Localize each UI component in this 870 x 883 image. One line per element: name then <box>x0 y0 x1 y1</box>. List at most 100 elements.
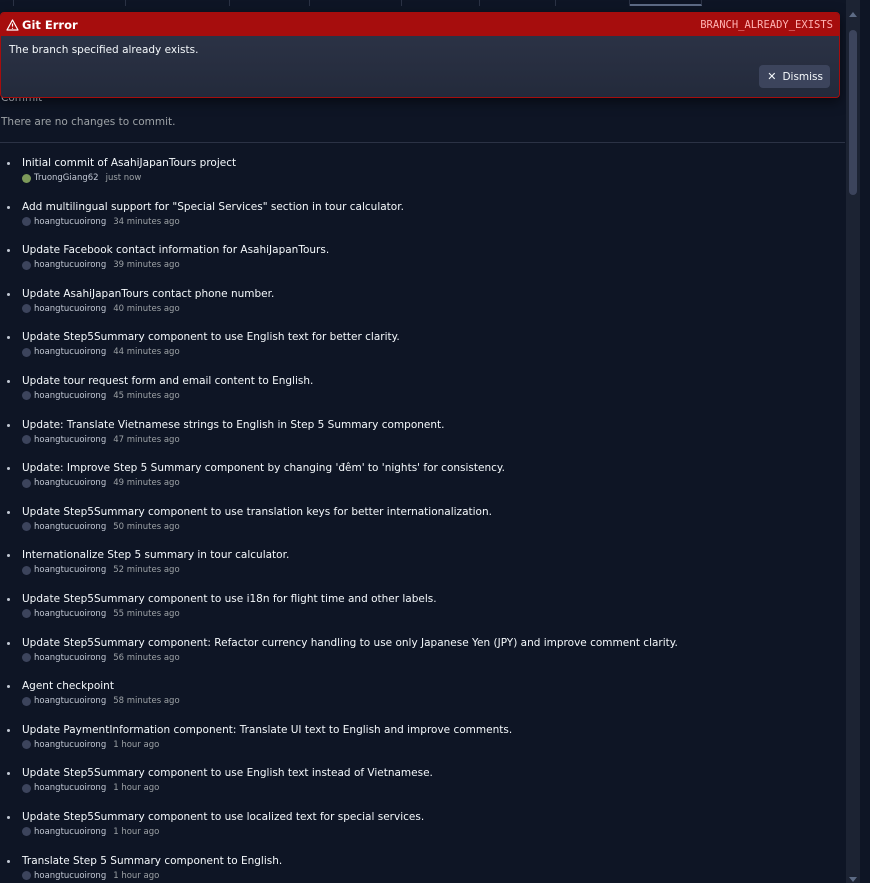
tab[interactable] <box>310 0 402 6</box>
commit-item[interactable]: Agent checkpoint hoangtucuoirong 58 minute… <box>0 679 845 723</box>
commit-author: hoangtucuoirong <box>34 347 107 358</box>
vertical-scrollbar[interactable] <box>846 0 860 883</box>
avatar-icon <box>22 871 31 880</box>
commit-message: Internationalize Step 5 summary in tour … <box>22 549 290 562</box>
scroll-down-arrow-icon[interactable] <box>849 877 857 882</box>
commit-item[interactable]: Translate Step 5 Summary component to En… <box>0 854 845 883</box>
commit-time: just now <box>105 173 142 183</box>
avatar-icon <box>22 435 31 445</box>
avatar-icon <box>22 522 31 532</box>
commit-history-list: Initial commit of AsahiJapanTours projec… <box>0 156 845 883</box>
commit-author: hoangtucuoirong <box>34 390 107 401</box>
bullet-dot <box>7 249 10 253</box>
bullet-dot <box>7 554 10 558</box>
no-changes-text: There are no changes to commit. <box>1 116 176 128</box>
commit-message: Update Facebook contact information for … <box>22 244 330 257</box>
commit-author: hoangtucuoirong <box>34 870 107 881</box>
toast-header: Git Error BRANCH_ALREADY_EXISTS <box>1 13 839 36</box>
commit-meta: hoangtucuoirong 1 hour ago <box>22 871 845 881</box>
commit-item[interactable]: Update: Translate Vietnamese strings to … <box>0 418 845 462</box>
commit-author: hoangtucuoirong <box>34 478 107 489</box>
commit-message: Translate Step 5 Summary component to En… <box>22 854 283 867</box>
bullet-dot <box>7 859 10 863</box>
commit-item[interactable]: Update Facebook contact information for … <box>0 243 845 287</box>
error-code: BRANCH_ALREADY_EXISTS <box>700 18 833 31</box>
commit-time: 1 hour ago <box>113 826 160 837</box>
commit-author: hoangtucuoirong <box>34 652 107 663</box>
commit-meta: hoangtucuoirong 40 minutes ago <box>22 304 845 314</box>
bullet-dot <box>7 815 10 819</box>
commit-item[interactable]: Update tour request form and email conte… <box>0 374 845 418</box>
bullet-dot <box>7 336 10 340</box>
bullet-dot <box>7 379 10 383</box>
bullet-dot <box>7 292 10 296</box>
commit-time: 50 minutes ago <box>113 521 180 532</box>
commit-message: Update Step5Summary component to use i18… <box>22 592 437 605</box>
commit-author: hoangtucuoirong <box>34 783 107 794</box>
commit-item[interactable]: Update Step5Summary component to use loc… <box>0 810 845 854</box>
divider <box>0 142 845 143</box>
error-message: The branch specified already exists. <box>9 44 199 56</box>
commit-author: TruongGiang62 <box>34 173 99 183</box>
dismiss-label: Dismiss <box>782 70 823 83</box>
tab[interactable] <box>556 0 630 6</box>
warning-triangle-icon <box>6 18 19 31</box>
avatar-icon <box>22 827 31 837</box>
avatar-icon <box>22 653 31 663</box>
close-icon: ✕ <box>767 70 777 83</box>
commit-meta: hoangtucuoirong 49 minutes ago <box>22 478 845 488</box>
tab[interactable] <box>0 0 14 6</box>
commit-author: hoangtucuoirong <box>34 303 107 314</box>
commit-item[interactable]: Update Step5Summary component to use Eng… <box>0 330 845 374</box>
tab-active[interactable] <box>630 0 702 6</box>
tab[interactable] <box>230 0 310 6</box>
scroll-up-arrow-icon[interactable] <box>849 12 857 17</box>
commit-message: Update Step5Summary component to use tra… <box>22 505 492 518</box>
commit-message: Update: Improve Step 5 Summary component… <box>22 462 505 475</box>
commit-item[interactable]: Initial commit of AsahiJapanTours projec… <box>0 156 845 200</box>
commit-item[interactable]: Update AsahiJapanTours contact phone num… <box>0 287 845 331</box>
commit-message: Update Step5Summary component: Refactor … <box>22 636 678 649</box>
scroll-thumb[interactable] <box>849 30 857 195</box>
commit-item[interactable]: Update Step5Summary component: Refactor … <box>0 636 845 680</box>
commit-item[interactable]: Update Step5Summary component to use Eng… <box>0 766 845 810</box>
bullet-dot <box>7 162 10 165</box>
commit-author: hoangtucuoirong <box>34 216 107 227</box>
commit-message: Agent checkpoint <box>22 680 114 693</box>
commit-meta: hoangtucuoirong 1 hour ago <box>22 740 845 750</box>
tab[interactable] <box>126 0 230 6</box>
tab[interactable] <box>480 0 556 6</box>
commit-message: Add multilingual support for "Special Se… <box>22 200 404 213</box>
commit-meta: hoangtucuoirong 34 minutes ago <box>22 217 845 227</box>
tab[interactable] <box>402 0 480 6</box>
commit-message: Update Step5Summary component to use loc… <box>22 810 425 823</box>
git-error-toast: Git Error BRANCH_ALREADY_EXISTS The bran… <box>0 12 840 98</box>
commit-item[interactable]: Update PaymentInformation component: Tra… <box>0 723 845 767</box>
toast-body: The branch specified already exists. ✕ D… <box>1 36 839 97</box>
window-edge <box>860 0 870 883</box>
bullet-dot <box>7 641 10 645</box>
avatar-icon <box>22 173 31 183</box>
commit-author: hoangtucuoirong <box>34 521 107 532</box>
avatar-icon <box>22 347 31 357</box>
commit-time: 52 minutes ago <box>113 565 180 576</box>
commit-item[interactable]: Update: Improve Step 5 Summary component… <box>0 461 845 505</box>
commit-time: 49 minutes ago <box>113 478 180 489</box>
commit-item[interactable]: Add multilingual support for "Special Se… <box>0 200 845 244</box>
commit-author: hoangtucuoirong <box>34 608 107 619</box>
dismiss-button[interactable]: ✕ Dismiss <box>759 65 830 88</box>
commit-message: Update Step5Summary component to use Eng… <box>22 767 433 780</box>
commit-item[interactable]: Internationalize Step 5 summary in tour … <box>0 548 845 592</box>
bullet-dot <box>7 597 10 601</box>
commit-time: 56 minutes ago <box>113 652 180 663</box>
commit-time: 1 hour ago <box>113 870 160 881</box>
bullet-dot <box>7 423 10 427</box>
avatar-icon <box>22 565 31 575</box>
avatar-icon <box>22 740 31 750</box>
commit-author: hoangtucuoirong <box>34 565 107 576</box>
tab[interactable] <box>14 0 126 6</box>
commit-item[interactable]: Update Step5Summary component to use tra… <box>0 505 845 549</box>
commit-item[interactable]: Update Step5Summary component to use i18… <box>0 592 845 636</box>
tab-strip <box>0 0 845 6</box>
commit-message: Update AsahiJapanTours contact phone num… <box>22 287 275 300</box>
